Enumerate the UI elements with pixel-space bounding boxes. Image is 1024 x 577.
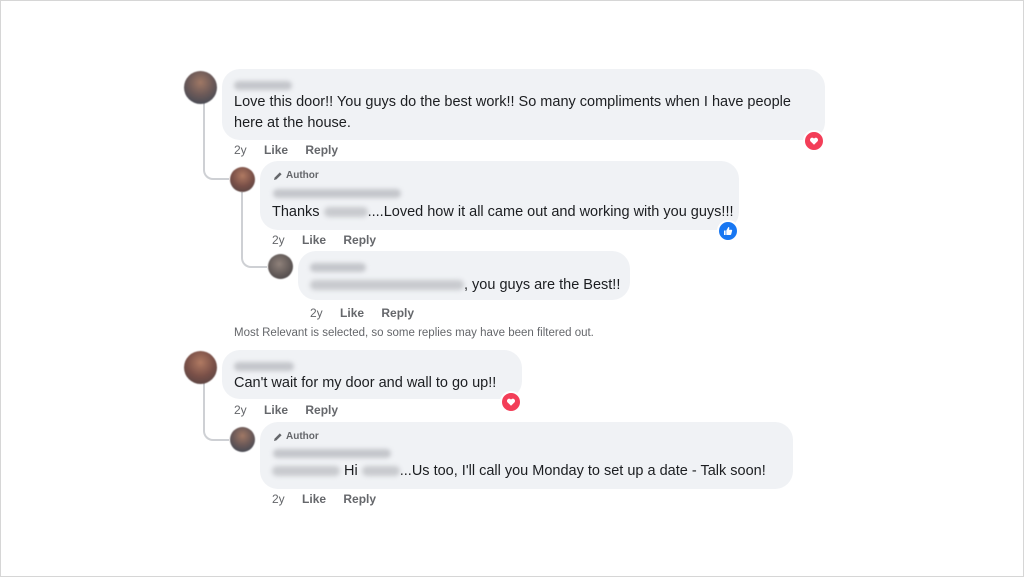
reply-actions: 2y Like Reply bbox=[310, 306, 414, 320]
comment-actions: 2y Like Reply bbox=[234, 403, 338, 417]
reply-bubble: Author Thanks ....Loved how it all came … bbox=[260, 161, 739, 230]
comment-text: Love this door!! You guys do the best wo… bbox=[234, 94, 791, 110]
reply-bubble: , you guys are the Best!! bbox=[298, 251, 630, 300]
like-reaction-icon[interactable] bbox=[717, 220, 739, 242]
reply-text-rest: , you guys are the Best!! bbox=[464, 277, 621, 293]
reply-button[interactable]: Reply bbox=[305, 143, 338, 157]
reply-text: Thanks ....Loved how it all came out and… bbox=[272, 202, 734, 223]
reply-text: , you guys are the Best!! bbox=[310, 275, 620, 296]
author-badge: Author bbox=[273, 170, 319, 181]
author-badge: Author bbox=[273, 431, 319, 442]
avatar[interactable] bbox=[184, 351, 217, 384]
commenter-name-blurred[interactable] bbox=[273, 449, 391, 458]
reply-text-start: Thanks bbox=[272, 204, 324, 220]
author-badge-label: Author bbox=[286, 170, 319, 181]
reply-bubble: Author Hi ...Us too, I'll call you Monda… bbox=[260, 422, 793, 489]
like-button[interactable]: Like bbox=[302, 233, 326, 247]
like-button[interactable]: Like bbox=[264, 403, 288, 417]
comment-timestamp[interactable]: 2y bbox=[234, 403, 247, 417]
reply-button[interactable]: Reply bbox=[343, 233, 376, 247]
reply-button[interactable]: Reply bbox=[343, 492, 376, 506]
pencil-icon bbox=[274, 171, 282, 180]
reply-text-rest: ...Us too, I'll call you Monday to set u… bbox=[399, 463, 766, 479]
love-reaction-icon[interactable] bbox=[500, 391, 522, 413]
avatar[interactable] bbox=[184, 71, 217, 104]
reply-text-mid: Hi bbox=[340, 463, 362, 479]
comment-actions: 2y Like Reply bbox=[234, 143, 338, 157]
blurred-name bbox=[323, 207, 368, 218]
reply-text: Hi ...Us too, I'll call you Monday to se… bbox=[272, 461, 766, 482]
comment-timestamp[interactable]: 2y bbox=[272, 233, 285, 247]
reply-text-rest: ....Loved how it all came out and workin… bbox=[367, 204, 734, 220]
author-badge-label: Author bbox=[286, 431, 319, 442]
reply-actions: 2y Like Reply bbox=[272, 233, 376, 247]
comment-timestamp[interactable]: 2y bbox=[272, 492, 285, 506]
avatar[interactable] bbox=[268, 254, 293, 279]
avatar[interactable] bbox=[230, 167, 255, 192]
like-button[interactable]: Like bbox=[340, 306, 364, 320]
blurred-name bbox=[361, 466, 400, 477]
avatar[interactable] bbox=[230, 427, 255, 452]
commenter-name-blurred[interactable] bbox=[234, 362, 294, 371]
filter-notice: Most Relevant is selected, so some repli… bbox=[234, 327, 594, 339]
comment-bubble: Love this door!! You guys do the best wo… bbox=[222, 69, 825, 140]
comment-text-line2: here at the house. bbox=[234, 115, 351, 131]
comment-text: Can't wait for my door and wall to go up… bbox=[234, 375, 497, 391]
blurred-mention bbox=[272, 466, 340, 477]
pencil-icon bbox=[274, 432, 282, 441]
reply-actions: 2y Like Reply bbox=[272, 492, 376, 506]
commenter-name-blurred[interactable] bbox=[273, 189, 401, 198]
comment-timestamp[interactable]: 2y bbox=[310, 306, 323, 320]
love-reaction-icon[interactable] bbox=[803, 130, 825, 152]
like-button[interactable]: Like bbox=[264, 143, 288, 157]
comment-bubble: Can't wait for my door and wall to go up… bbox=[222, 350, 522, 399]
reply-button[interactable]: Reply bbox=[305, 403, 338, 417]
commenter-name-blurred[interactable] bbox=[310, 263, 366, 272]
blurred-mention bbox=[310, 280, 464, 291]
like-button[interactable]: Like bbox=[302, 492, 326, 506]
comment-timestamp[interactable]: 2y bbox=[234, 143, 247, 157]
commenter-name-blurred[interactable] bbox=[234, 81, 292, 90]
reply-button[interactable]: Reply bbox=[381, 306, 414, 320]
